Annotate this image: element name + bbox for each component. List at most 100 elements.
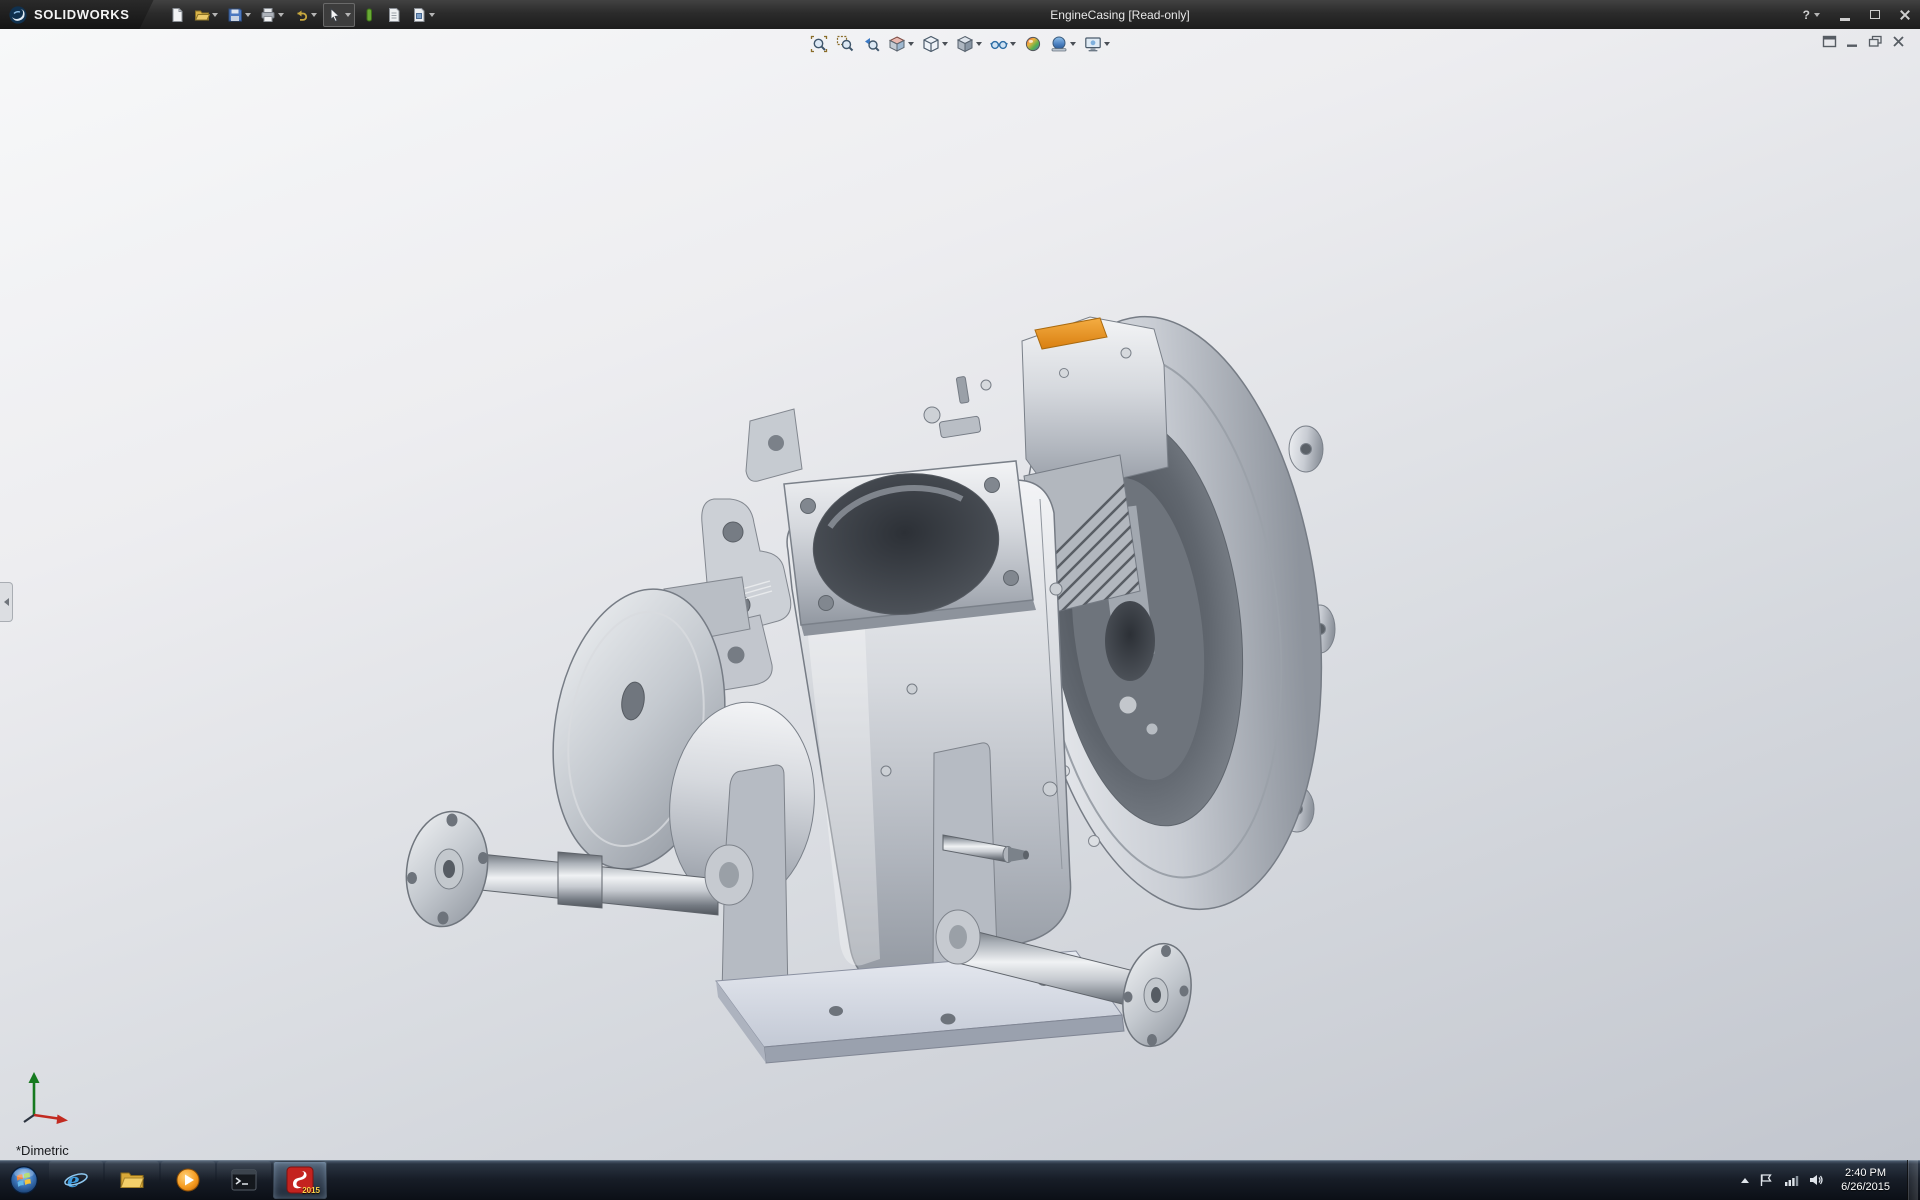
edit-appearance-button[interactable] <box>1021 33 1045 55</box>
display-style-icon <box>956 35 974 53</box>
view-settings-icon <box>1084 35 1102 53</box>
minimize-document-button[interactable] <box>1845 35 1860 48</box>
right-bearing-boss[interactable] <box>936 910 980 964</box>
network-button[interactable] <box>1783 1172 1799 1188</box>
clock-time: 2:40 PM <box>1845 1166 1886 1180</box>
view-orientation-icon <box>922 35 940 53</box>
clock-date: 6/26/2015 <box>1841 1180 1890 1194</box>
triad-icon <box>20 1069 72 1125</box>
solidworks-version-badge: 2015 <box>302 1186 320 1195</box>
taskbar-solidworks-2015[interactable]: 2015 <box>273 1161 327 1199</box>
network-icon <box>1783 1172 1799 1188</box>
open-folder-icon <box>194 7 210 23</box>
minimize-icon <box>1840 18 1850 21</box>
document-window-controls <box>1822 35 1906 48</box>
engine-casing-model[interactable] <box>0 29 1920 1160</box>
print-icon <box>260 7 276 23</box>
view-orientation-label: *Dimetric <box>16 1143 69 1158</box>
open-file-button[interactable] <box>191 3 221 27</box>
start-button[interactable] <box>0 1160 48 1200</box>
chevron-left-icon <box>4 598 9 606</box>
restore-document-button[interactable] <box>1868 35 1883 48</box>
dropdown-caret <box>345 13 351 17</box>
upper-lug[interactable] <box>746 409 802 481</box>
taskbar-internet-explorer[interactable]: e <box>49 1161 103 1199</box>
maximize-button[interactable] <box>1860 0 1890 29</box>
new-file-icon <box>169 7 185 23</box>
print-button[interactable] <box>257 3 287 27</box>
carb-linkage[interactable] <box>924 376 991 438</box>
previous-view-button[interactable] <box>859 33 883 55</box>
zoom-to-area-icon <box>836 35 854 53</box>
close-document-button[interactable] <box>1891 35 1906 48</box>
dropdown-caret <box>908 42 914 46</box>
orientation-triad <box>20 1069 72 1130</box>
section-view-button[interactable] <box>885 33 917 55</box>
select-tool-button[interactable] <box>323 3 355 27</box>
dropdown-caret <box>942 42 948 46</box>
windows-start-icon <box>8 1164 40 1196</box>
brand-name: SOLIDWORKS <box>34 7 130 22</box>
help-label: ? <box>1803 8 1810 22</box>
solidworks-logo: SOLIDWORKS <box>0 0 154 29</box>
file-properties-button[interactable] <box>383 3 405 27</box>
left-bearing-boss[interactable] <box>705 845 753 905</box>
main-toolbar <box>166 3 438 27</box>
system-tray: 2:40 PM 6/26/2015 <box>1741 1160 1920 1200</box>
taskbar: e <box>0 1160 1920 1200</box>
display-style-button[interactable] <box>953 33 985 55</box>
new-window-button[interactable] <box>1822 35 1837 48</box>
options-icon <box>411 7 427 23</box>
apply-scene-button[interactable] <box>1047 33 1079 55</box>
dropdown-caret <box>1010 42 1016 46</box>
dropdown-caret <box>1104 42 1110 46</box>
action-center-button[interactable] <box>1758 1172 1774 1188</box>
feature-panel-tab[interactable] <box>0 582 13 622</box>
minimize-button[interactable] <box>1830 0 1860 29</box>
view-settings-button[interactable] <box>1081 33 1113 55</box>
new-file-button[interactable] <box>166 3 188 27</box>
options-button[interactable] <box>408 3 438 27</box>
close-button[interactable] <box>1890 0 1920 29</box>
heads-up-view-toolbar <box>807 33 1113 55</box>
document-title: EngineCasing [Read-only] <box>1050 8 1189 22</box>
dropdown-caret <box>1814 13 1820 17</box>
taskbar-command-prompt[interactable] <box>217 1161 271 1199</box>
select-cursor-icon <box>327 7 343 23</box>
taskbar-media-player[interactable] <box>161 1161 215 1199</box>
section-view-icon <box>888 35 906 53</box>
volume-button[interactable] <box>1808 1172 1824 1188</box>
window-controls: ? <box>1793 0 1920 29</box>
svg-text:e: e <box>67 1168 80 1192</box>
dropdown-caret <box>976 42 982 46</box>
intake-flange[interactable] <box>784 461 1036 636</box>
dropdown-caret <box>429 13 435 17</box>
help-button[interactable]: ? <box>1793 8 1830 22</box>
taskbar-clock[interactable]: 2:40 PM 6/26/2015 <box>1833 1166 1898 1194</box>
dropdown-caret <box>311 13 317 17</box>
rebuild-button[interactable] <box>358 3 380 27</box>
minimize-document-icon <box>1845 35 1860 48</box>
rebuild-icon <box>361 7 377 23</box>
taskbar-file-explorer[interactable] <box>105 1161 159 1199</box>
undo-button[interactable] <box>290 3 320 27</box>
edit-appearance-icon <box>1024 35 1042 53</box>
folder-icon <box>119 1169 145 1191</box>
zoom-to-area-button[interactable] <box>833 33 857 55</box>
save-icon <box>227 7 243 23</box>
3ds-logo-icon <box>8 5 28 25</box>
flag-icon <box>1758 1172 1774 1188</box>
show-desktop-button[interactable] <box>1907 1160 1918 1200</box>
zoom-to-fit-button[interactable] <box>807 33 831 55</box>
media-player-icon <box>175 1167 201 1193</box>
save-button[interactable] <box>224 3 254 27</box>
screen: SOLIDWORKS <box>0 0 1920 1200</box>
view-orientation-button[interactable] <box>919 33 951 55</box>
graphics-area[interactable]: *Dimetric <box>0 29 1920 1160</box>
maximize-icon <box>1870 10 1880 19</box>
dropdown-caret <box>245 13 251 17</box>
show-hidden-icons-button[interactable] <box>1741 1178 1749 1183</box>
zoom-to-fit-icon <box>810 35 828 53</box>
hide-show-items-button[interactable] <box>987 33 1019 55</box>
previous-view-icon <box>862 35 880 53</box>
